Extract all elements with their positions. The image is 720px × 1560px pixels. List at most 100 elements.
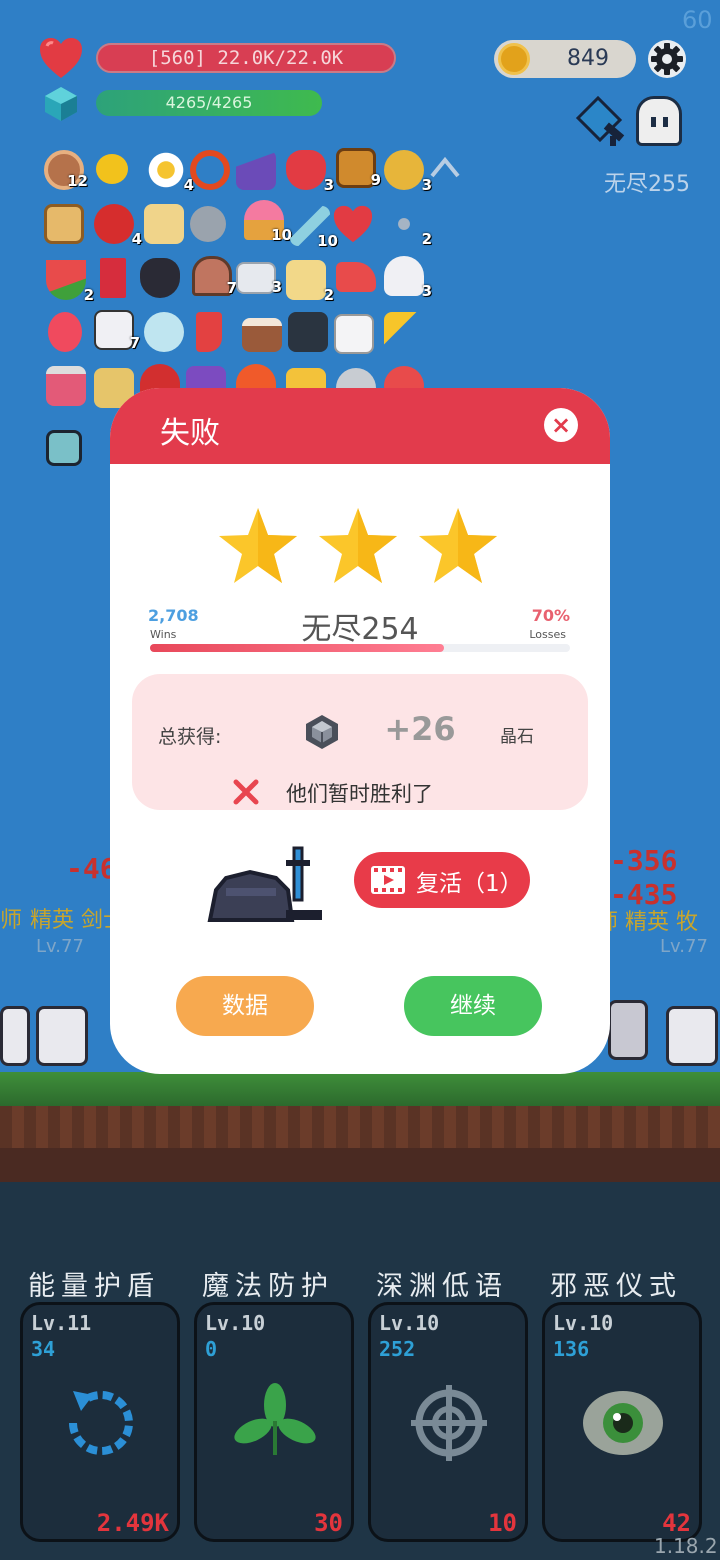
strawberry-icon[interactable]: 3 <box>286 150 334 194</box>
relic-icon[interactable] <box>46 430 82 466</box>
molecule-icon[interactable]: 2 <box>384 204 432 248</box>
video-icon <box>371 866 405 894</box>
star-icon <box>219 508 297 583</box>
skill-value: 10 <box>488 1509 517 1537</box>
bee-icon[interactable] <box>96 154 128 184</box>
enemy-level-label: Lv.77 <box>660 936 708 957</box>
heart-item-icon[interactable] <box>332 204 374 244</box>
map-icon[interactable] <box>144 204 184 244</box>
tinder-flame-icon[interactable] <box>48 312 82 352</box>
ice-cream-icon[interactable]: 10 <box>244 200 292 244</box>
enemy-name-label: 师 精英 牧 <box>596 910 698 935</box>
enemy-unit <box>666 1006 718 1066</box>
watermelon-icon[interactable]: 2 <box>46 260 94 304</box>
cards-icon[interactable]: 7 <box>94 310 140 352</box>
cross-icon <box>233 779 259 805</box>
reward-unit: 晶石 <box>500 727 534 747</box>
ghost-icon[interactable] <box>636 96 682 146</box>
sword-icon[interactable] <box>574 96 630 148</box>
skill-card-evil-ritual[interactable]: Lv.10 136 42 <box>542 1302 702 1542</box>
skill-card-abyss-whisper[interactable]: Lv.10 252 10 <box>368 1302 528 1542</box>
close-button[interactable]: × <box>544 408 578 442</box>
cake-icon[interactable] <box>242 318 282 352</box>
skill-level: Lv.11 <box>31 1311 92 1335</box>
wins-count: 2,708 <box>148 606 199 625</box>
leaf-icon <box>234 1383 316 1455</box>
win-loss-bar-fill <box>150 644 444 652</box>
crystal-icon <box>306 715 338 749</box>
dialog-title: 失败 <box>160 416 220 451</box>
version-label: 1.18.2 <box>654 1534 718 1558</box>
cauldron-icon[interactable] <box>140 258 180 298</box>
skill-card-magic-protection[interactable]: Lv.10 0 30 <box>194 1302 354 1542</box>
revive-button[interactable]: 复活（1） <box>354 852 530 908</box>
enemy-unit <box>0 1006 30 1066</box>
dirt-layer <box>0 1148 720 1182</box>
item-count: 7 <box>129 334 140 352</box>
jam-jar-icon[interactable] <box>46 366 86 406</box>
book-icon[interactable]: 9 <box>336 148 381 189</box>
coin-count: 849 <box>567 46 609 71</box>
skill-level: Lv.10 <box>379 1311 440 1335</box>
skill-value: 30 <box>314 1509 343 1537</box>
envelope-icon[interactable]: 3 <box>236 262 282 296</box>
star-icon <box>319 508 397 583</box>
gear-icon[interactable] <box>648 40 686 78</box>
health-bar: [560] 22.0K/22.0K <box>96 43 396 73</box>
damage-number: -46 <box>66 852 117 885</box>
item-count: 3 <box>323 176 334 194</box>
wins-label: Wins <box>150 628 177 641</box>
sneaker-icon[interactable] <box>336 262 376 292</box>
item-count: 2 <box>421 230 432 248</box>
scroll-icon[interactable] <box>44 204 84 244</box>
mana-bar: 4265/4265 <box>96 90 322 116</box>
reward-label: 总获得: <box>158 726 222 748</box>
item-count: 12 <box>67 172 88 190</box>
enemy-unit <box>36 1006 88 1066</box>
ghost-item-icon[interactable]: 3 <box>384 256 432 300</box>
notepad-icon[interactable]: 2 <box>286 260 334 304</box>
skill-value: 2.49K <box>96 1509 169 1537</box>
wizard-hat-icon[interactable] <box>236 150 276 190</box>
skill-card-energy-shield[interactable]: Lv.11 34 2.49K <box>20 1302 180 1542</box>
bookmark-icon[interactable] <box>100 258 126 298</box>
donut-icon[interactable]: 12 <box>44 150 88 190</box>
enemy-name-label: 师 <box>0 908 23 933</box>
defeat-message: 他们暂时胜利了 <box>286 782 433 806</box>
eye-icon <box>583 1391 663 1455</box>
skill-count: 0 <box>205 1337 218 1361</box>
losses-label: Losses <box>529 628 566 641</box>
mana-gem-icon <box>45 87 77 121</box>
tombstone-icon <box>207 846 322 922</box>
skill-level: Lv.10 <box>553 1311 614 1335</box>
enemy-level-label: Lv.77 <box>36 936 84 957</box>
apple-icon[interactable]: 4 <box>94 204 142 248</box>
revive-label: 复活（1） <box>416 871 523 897</box>
stats-button[interactable]: 数据 <box>176 976 314 1036</box>
flower-icon[interactable]: 4 <box>146 150 194 194</box>
chevron-up-icon[interactable] <box>428 152 462 182</box>
reward-amount: +26 <box>384 710 456 748</box>
dice-icon[interactable] <box>334 314 374 354</box>
item-count: 9 <box>370 171 381 189</box>
defeat-dialog: 失败 × 2,708 Wins 无尽254 70% Losses 总获得: +2… <box>110 388 610 1074</box>
fire-ring-icon[interactable] <box>190 150 230 190</box>
skull-book-icon[interactable] <box>288 312 328 352</box>
magic-wand-icon[interactable] <box>384 312 424 352</box>
item-count: 10 <box>271 226 292 244</box>
spike-ball-icon[interactable] <box>190 206 226 242</box>
pineapple-icon[interactable]: 3 <box>384 150 432 194</box>
skill-title: 能量护盾 <box>28 1271 160 1302</box>
skill-value: 42 <box>662 1509 691 1537</box>
potion-icon[interactable] <box>144 312 184 352</box>
crosshair-icon <box>411 1385 487 1461</box>
skill-title: 魔法防护 <box>202 1271 334 1302</box>
syringe-icon[interactable]: 10 <box>290 206 338 250</box>
sock-icon[interactable] <box>196 312 222 352</box>
skill-level: Lv.10 <box>205 1311 266 1335</box>
heart-icon <box>40 38 82 78</box>
item-count: 3 <box>421 282 432 300</box>
continue-button[interactable]: 继续 <box>404 976 542 1036</box>
door-icon[interactable]: 7 <box>192 256 237 297</box>
skill-title: 深渊低语 <box>376 1271 508 1302</box>
